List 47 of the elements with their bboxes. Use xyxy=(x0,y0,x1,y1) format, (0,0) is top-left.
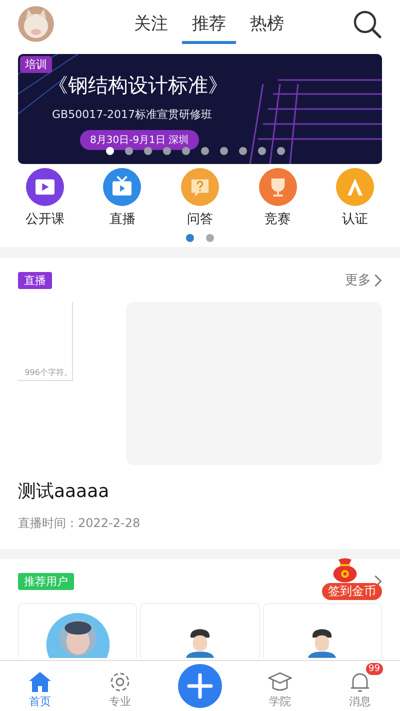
banner[interactable]: 培训 《钢结构设计标准》 GB50017-2017标准宣贯研修班 8月30日-9月1日 深圳 xyxy=(18,54,382,164)
home-icon xyxy=(28,670,52,694)
page-dot[interactable] xyxy=(186,234,194,242)
carousel-dot[interactable] xyxy=(125,147,133,155)
page-dot[interactable] xyxy=(206,234,214,242)
plus-icon xyxy=(178,664,222,708)
more-link[interactable]: 更多 xyxy=(345,271,371,289)
notification-badge: 99 xyxy=(366,663,383,675)
thumbnail-text: 996个字符。 xyxy=(24,367,72,379)
nav-tab[interactable]: 学院 xyxy=(255,663,305,709)
person-icon xyxy=(308,629,336,658)
banner-tag: 培训 xyxy=(20,56,52,73)
carousel-dot[interactable] xyxy=(106,147,114,155)
banner-title: 《钢结构设计标准》 xyxy=(48,72,228,99)
carousel-dot[interactable] xyxy=(258,147,266,155)
category-label[interactable]: 认证 xyxy=(342,210,368,228)
user-card[interactable] xyxy=(262,603,382,658)
user-card[interactable] xyxy=(140,603,260,658)
nav-tab[interactable]: 专业 xyxy=(95,663,145,709)
tab[interactable]: 关注 xyxy=(124,4,178,44)
category-label[interactable]: 公开课 xyxy=(25,210,64,228)
coin-badge[interactable]: 签到金币 xyxy=(322,583,382,600)
category-label[interactable]: 竞赛 xyxy=(264,210,291,228)
carousel-dot[interactable] xyxy=(201,147,209,155)
live-time: 直播时间：2022-2-28 xyxy=(18,515,142,532)
settings-icon xyxy=(108,670,132,694)
search-icon[interactable] xyxy=(352,9,382,39)
section-tag: 直播 xyxy=(18,272,52,288)
live-title[interactable]: 测试aaaaa xyxy=(18,479,382,503)
category-label[interactable]: 直播 xyxy=(109,210,136,228)
person-icon xyxy=(186,629,214,658)
banner-subtitle: GB50017-2017标准宣贯研修班 xyxy=(52,107,212,122)
category-label[interactable]: 问答 xyxy=(186,210,213,228)
section-tag: 推荐用户 xyxy=(18,572,74,590)
add-button[interactable] xyxy=(175,664,225,708)
carousel-dot[interactable] xyxy=(163,147,171,155)
banner-date: 8月30日-9月1日 深圳 xyxy=(80,130,199,150)
carousel-dot[interactable] xyxy=(277,147,285,155)
carousel-dot[interactable] xyxy=(182,147,190,155)
chevron-right-icon[interactable] xyxy=(374,274,382,286)
carousel-dot[interactable] xyxy=(220,147,228,155)
nav-tab[interactable]: 首页 xyxy=(15,663,65,709)
carousel-dot[interactable] xyxy=(239,147,247,155)
nav-tab[interactable]: 消息 99 xyxy=(335,663,385,709)
tab[interactable]: 热榜 xyxy=(240,4,294,44)
tab[interactable]: 推荐 xyxy=(182,4,236,44)
carousel-dot[interactable] xyxy=(144,147,152,155)
